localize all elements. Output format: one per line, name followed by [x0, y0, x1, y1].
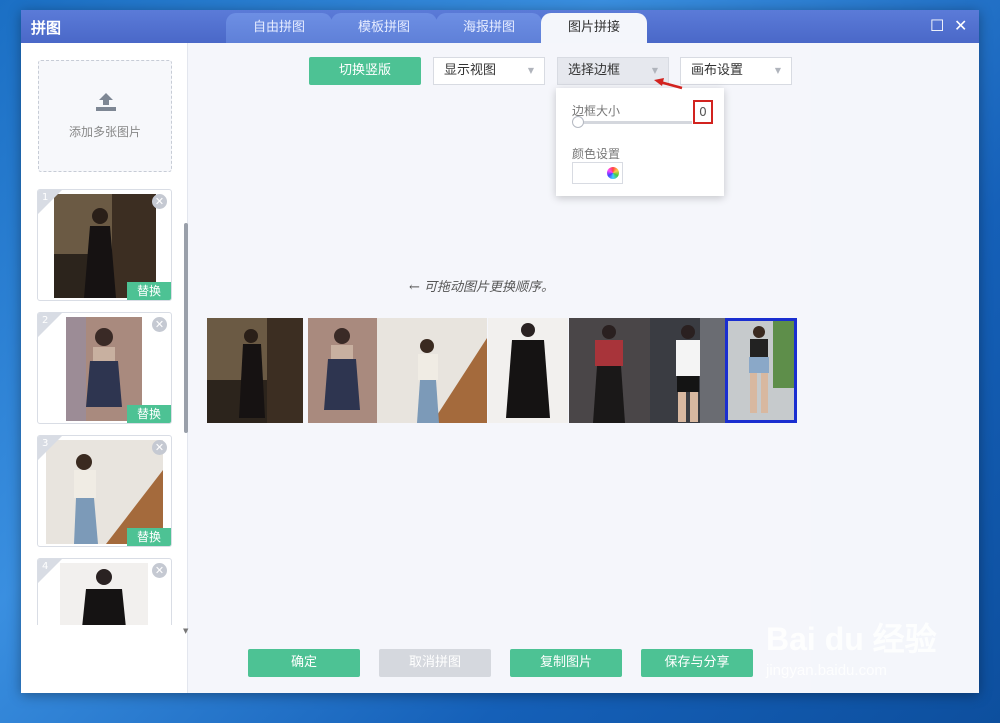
- thumbnail-item[interactable]: 1 ✕ 替换: [37, 189, 172, 301]
- stitched-image-strip: [207, 318, 799, 423]
- view-dropdown-label: 显示视图: [444, 63, 497, 78]
- strip-image-selected[interactable]: [725, 318, 797, 423]
- border-size-value[interactable]: 0: [693, 100, 713, 124]
- tab-image-stitch[interactable]: 图片拼接: [541, 13, 647, 43]
- strip-image[interactable]: [308, 318, 377, 423]
- confirm-button[interactable]: 确定: [248, 649, 360, 677]
- border-size-track[interactable]: [576, 121, 692, 124]
- replace-button[interactable]: 替换: [127, 282, 171, 300]
- canvas-dropdown-label: 画布设置: [691, 63, 744, 78]
- remove-icon[interactable]: ✕: [152, 194, 167, 209]
- watermark-url: jingyan.baidu.com: [766, 662, 887, 679]
- thumbnail-index: 2: [42, 315, 49, 326]
- canvas-area: 切换竖版 显示视图 ▼ 选择边框 ▼ 画布设置 ▼ 边框大小 0 颜色设置 ← …: [189, 43, 811, 693]
- color-picker[interactable]: [572, 162, 623, 184]
- thumbnail-item[interactable]: 3 ✕ 替换: [37, 435, 172, 547]
- copy-image-button[interactable]: 复制图片: [510, 649, 622, 677]
- photo-thumbnail: [60, 563, 148, 625]
- canvas-dropdown[interactable]: 画布设置 ▼: [680, 57, 792, 85]
- remove-icon[interactable]: ✕: [152, 440, 167, 455]
- app-window: 拼图 自由拼图 模板拼图 海报拼图 图片拼接 ☐ ✕ 添加多张图片 1 ✕ 替换…: [21, 10, 979, 693]
- strip-image[interactable]: [488, 318, 568, 423]
- chevron-down-icon: ▼: [527, 66, 534, 75]
- upload-icon: [96, 93, 116, 111]
- strip-image[interactable]: [650, 318, 725, 423]
- border-settings-popup: 边框大小 0 颜色设置: [556, 88, 724, 196]
- strip-image[interactable]: [569, 318, 650, 423]
- close-window-button[interactable]: ✕: [954, 16, 967, 35]
- scroll-down-icon[interactable]: ▼: [183, 627, 188, 635]
- thumbnail-list: 1 ✕ 替换 2 ✕ 替换 3 ✕ 替换 4 ✕: [21, 189, 188, 625]
- tab-free-collage[interactable]: 自由拼图: [226, 13, 332, 43]
- strip-image[interactable]: [207, 318, 303, 423]
- add-images-label: 添加多张图片: [68, 125, 141, 139]
- app-title: 拼图: [31, 19, 62, 37]
- image-sidebar: 添加多张图片 1 ✕ 替换 2 ✕ 替换 3 ✕ 替换 4 ✕ ▼: [21, 43, 188, 693]
- border-dropdown-label: 选择边框: [568, 63, 621, 78]
- remove-icon[interactable]: ✕: [152, 317, 167, 332]
- tab-template-collage[interactable]: 模板拼图: [331, 13, 437, 43]
- replace-button[interactable]: 替换: [127, 528, 171, 546]
- tab-poster-collage[interactable]: 海报拼图: [436, 13, 542, 43]
- thumbnail-index: 1: [42, 192, 49, 203]
- chevron-down-icon: ▼: [774, 66, 781, 75]
- maximize-button[interactable]: ☐: [930, 16, 944, 35]
- switch-vertical-button[interactable]: 切换竖版: [309, 57, 421, 85]
- border-size-slider[interactable]: [572, 116, 584, 128]
- thumbnail-index: 3: [42, 438, 49, 449]
- save-share-button[interactable]: 保存与分享: [641, 649, 753, 677]
- replace-button[interactable]: 替换: [127, 405, 171, 423]
- watermark-brand: Bai du 经验: [766, 621, 937, 657]
- strip-image[interactable]: [377, 318, 487, 423]
- thumbnail-index: 4: [42, 561, 49, 572]
- view-dropdown[interactable]: 显示视图 ▼: [433, 57, 545, 85]
- thumbnail-item[interactable]: 4 ✕: [37, 558, 172, 625]
- remove-icon[interactable]: ✕: [152, 563, 167, 578]
- title-bar: 拼图 自由拼图 模板拼图 海报拼图 图片拼接 ☐ ✕: [21, 10, 979, 43]
- add-images-button[interactable]: 添加多张图片: [38, 60, 172, 172]
- thumbnail-item[interactable]: 2 ✕ 替换: [37, 312, 172, 424]
- baidu-watermark: Bai du 经验 jingyan.baidu.com: [766, 614, 937, 679]
- cancel-collage-button[interactable]: 取消拼图: [379, 649, 491, 677]
- color-settings-label: 颜色设置: [572, 147, 621, 161]
- sidebar-scrollbar[interactable]: [184, 223, 188, 433]
- red-arrow-annotation: [654, 78, 683, 90]
- drag-hint: ← 可拖动图片更换顺序。: [409, 280, 555, 295]
- color-wheel-icon: [607, 167, 619, 179]
